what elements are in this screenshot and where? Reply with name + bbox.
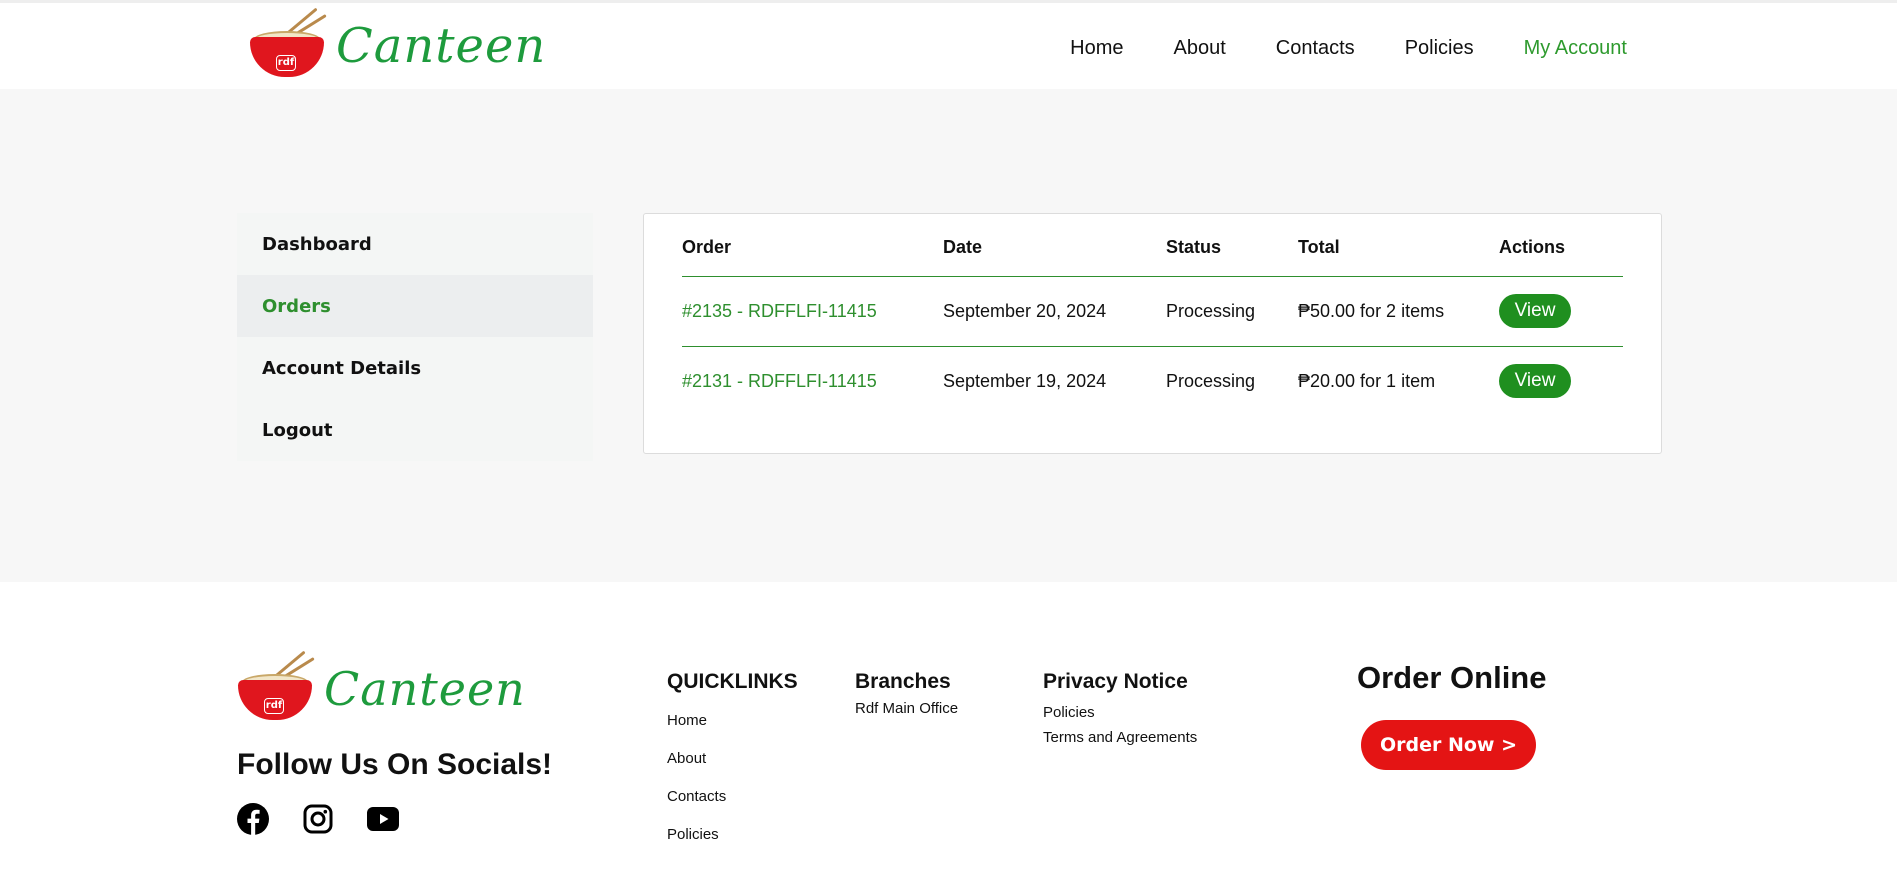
footer-link-main-office[interactable]: Rdf Main Office xyxy=(855,700,958,717)
column-header-date: Date xyxy=(943,214,1166,277)
nav-contacts[interactable]: Contacts xyxy=(1276,37,1355,60)
orders-table: Order Date Status Total Actions #2135 - … xyxy=(682,214,1623,416)
column-header-total: Total xyxy=(1298,214,1499,277)
footer-link-policies[interactable]: Policies xyxy=(667,823,798,846)
privacy-heading: Privacy Notice xyxy=(1043,670,1188,693)
privacy-column: Privacy Notice Policies Terms and Agreem… xyxy=(1043,670,1197,750)
youtube-icon[interactable] xyxy=(366,802,399,835)
order-total: ₱50.00 for 2 items xyxy=(1298,276,1499,347)
bowl-logo-icon: rdf xyxy=(248,7,328,81)
table-row: #2135 - RDFFLFI-11415 September 20, 2024… xyxy=(682,276,1623,347)
footer-link-about[interactable]: About xyxy=(667,747,798,770)
footer-link-terms[interactable]: Terms and Agreements xyxy=(1043,725,1197,750)
instagram-icon[interactable] xyxy=(301,802,334,835)
nav-about[interactable]: About xyxy=(1173,37,1225,60)
order-date: September 19, 2024 xyxy=(943,370,1107,391)
branches-heading: Branches xyxy=(855,670,951,693)
sidebar-item-logout[interactable]: Logout xyxy=(237,399,593,461)
order-total: ₱20.00 for 1 item xyxy=(1298,370,1436,391)
quicklinks-column: QUICKLINKS Home About Contacts Policies xyxy=(667,670,798,846)
site-header: rdf Canteen Home About Contacts Policies… xyxy=(0,3,1897,89)
column-header-actions: Actions xyxy=(1499,214,1623,277)
account-main: Dashboard Orders Account Details Logout … xyxy=(0,89,1897,582)
header-logo[interactable]: rdf Canteen xyxy=(248,7,547,81)
main-nav: Home About Contacts Policies My Account xyxy=(1070,37,1627,60)
order-status: Processing xyxy=(1166,276,1298,347)
order-date: September 20, 2024 xyxy=(943,276,1166,347)
order-number-link[interactable]: #2135 - RDFFLFI-11415 xyxy=(682,301,877,321)
view-order-button[interactable]: View xyxy=(1499,364,1571,399)
order-now-button[interactable]: Order Now > xyxy=(1361,720,1536,770)
footer-logo[interactable]: rdf Canteen xyxy=(236,650,526,724)
footer-link-home[interactable]: Home xyxy=(667,709,798,732)
facebook-icon[interactable] xyxy=(236,802,269,835)
table-row: #2131 - RDFFLFI-11415 September 19, 2024… xyxy=(682,346,1623,416)
quicklinks-heading: QUICKLINKS xyxy=(667,670,798,693)
follow-us-heading: Follow Us On Socials! xyxy=(237,748,553,781)
nav-my-account[interactable]: My Account xyxy=(1524,37,1627,60)
order-online-heading: Order Online xyxy=(1357,660,1547,695)
footer-link-privacy-policies[interactable]: Policies xyxy=(1043,700,1197,725)
social-links xyxy=(236,802,399,835)
site-footer: rdf Canteen Follow Us On Socials! QUICKL… xyxy=(0,582,1897,888)
orders-card: Order Date Status Total Actions #2135 - … xyxy=(643,213,1662,454)
account-sidebar: Dashboard Orders Account Details Logout xyxy=(237,213,593,461)
footer-link-contacts[interactable]: Contacts xyxy=(667,785,798,808)
order-number-link[interactable]: #2131 - RDFFLFI-11415 xyxy=(682,371,877,391)
view-order-button[interactable]: View xyxy=(1499,294,1571,328)
nav-home[interactable]: Home xyxy=(1070,37,1123,60)
column-header-order: Order xyxy=(682,214,943,277)
nav-policies[interactable]: Policies xyxy=(1405,37,1474,60)
brand-name: Canteen xyxy=(324,662,526,716)
column-header-status: Status xyxy=(1166,214,1298,277)
sidebar-item-account-details[interactable]: Account Details xyxy=(237,337,593,399)
sidebar-item-orders[interactable]: Orders xyxy=(237,275,593,337)
table-header-row: Order Date Status Total Actions xyxy=(682,214,1623,277)
bowl-logo-icon: rdf xyxy=(236,650,316,724)
brand-name: Canteen xyxy=(336,18,547,74)
sidebar-item-dashboard[interactable]: Dashboard xyxy=(237,213,593,275)
order-status: Processing xyxy=(1166,370,1256,391)
branches-column: Branches Rdf Main Office xyxy=(855,670,958,717)
